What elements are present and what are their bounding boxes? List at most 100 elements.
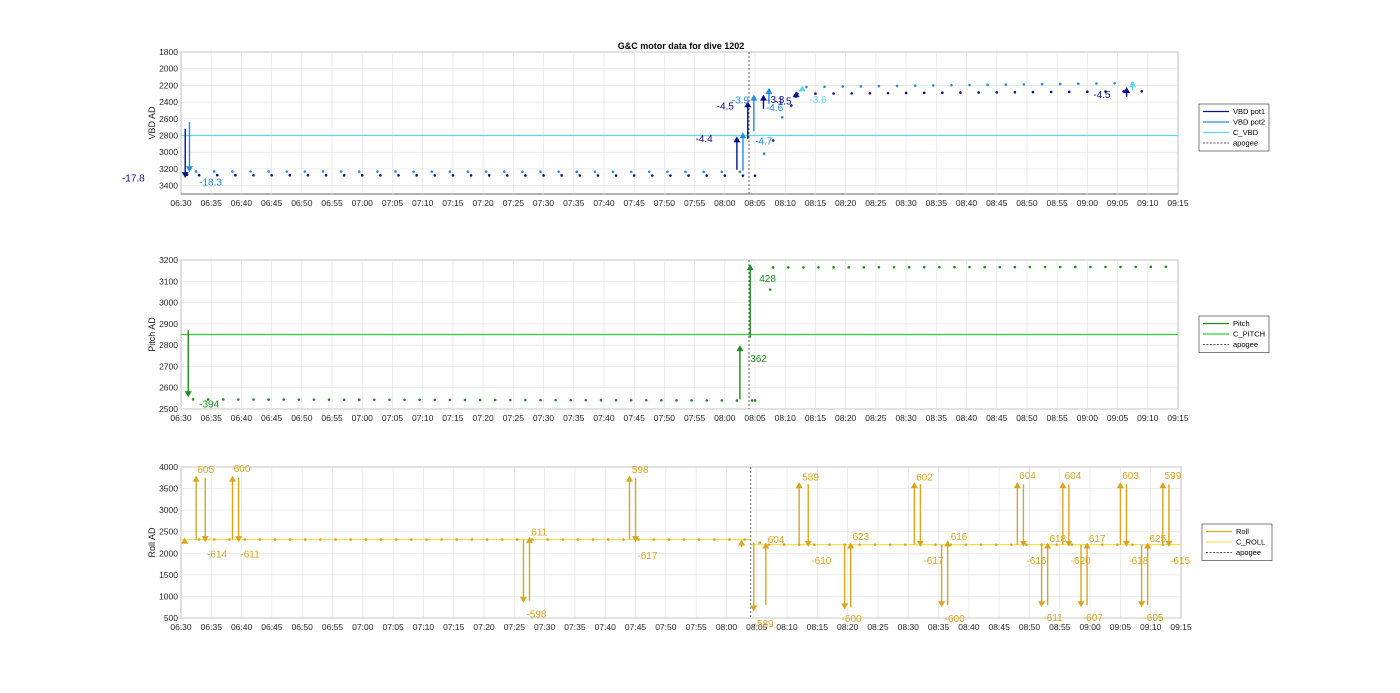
x-tick-label: 08:25 [867,622,889,632]
data-point [877,84,881,88]
x-tick-label: 06:55 [322,622,344,632]
data-point [455,538,459,541]
x-tick-label: 07:25 [503,198,525,208]
x-tick-label: 08:05 [744,198,766,208]
arrow-label: 362 [750,354,767,365]
data-point [666,170,669,174]
x-tick-label: 07:55 [684,198,706,208]
data-point [1134,265,1138,269]
data-point [342,174,346,177]
data-point [379,538,383,541]
data-point [632,174,636,177]
data-point [364,538,368,541]
data-point [682,538,686,541]
x-tick-label: 09:00 [1077,413,1099,423]
data-point [593,170,597,174]
x-tick-label: 09:10 [1137,413,1159,423]
x-tick-label: 08:10 [775,198,797,208]
data-point [675,399,678,402]
data-point [433,398,437,402]
data-point [1013,90,1017,94]
data-point [448,398,452,402]
data-point [652,538,656,541]
x-tick-label: 07:55 [686,622,708,632]
data-point [1077,82,1080,86]
data-point [349,538,352,541]
data-point [702,170,705,174]
data-point [194,170,198,173]
legend: Roll C_ROLLapogee [1201,523,1273,561]
arrow-label: -617 [637,551,657,562]
arrow-label: 604 [768,535,785,546]
data-point [858,543,862,546]
x-tick-label: 07:15 [442,198,464,208]
legend-label: VBD pot2 [1233,118,1265,127]
arrow-label: 603 [1122,471,1139,482]
data-point [521,170,524,173]
x-tick-label: 07:35 [564,622,586,632]
data-point [379,174,382,177]
data-point [995,91,999,94]
data-point [448,170,452,173]
x-tick-label: 08:25 [865,413,887,423]
data-point [941,91,944,95]
data-point [877,265,881,269]
x-tick-label: 07:40 [593,413,615,423]
x-tick-label: 07:10 [412,198,434,208]
arrow-label: -611 [1043,613,1063,624]
x-tick-label: 06:35 [201,198,223,208]
x-tick-label: 08:45 [986,413,1008,423]
y-tick-label: 500 [164,613,178,623]
x-tick-label: 07:05 [382,622,404,632]
data-point [554,398,557,402]
data-point [569,398,573,402]
legend: Pitch C_PITCHapogee [1198,315,1270,353]
y-tick-label: 3100 [159,276,178,286]
data-point [524,398,527,402]
arrow-label: 604 [1065,471,1082,482]
arrow-label: 604 [1019,471,1036,482]
data-point [334,538,337,541]
arrow-label: -589 [754,619,774,630]
y-tick-label: 1000 [159,591,178,601]
arrow-label: -3.6 [809,95,827,106]
arrow-label: 611 [531,528,547,539]
arrow-label: -618 [1128,556,1148,567]
x-tick-label: 08:35 [926,413,948,423]
axes-box [180,466,1182,619]
data-point [903,543,907,546]
data-point [1010,543,1013,546]
x-tick-label: 06:45 [261,413,283,423]
panel-1: 06:30 06:35 06:40 06:45 06:50 06:55 07:00 07:05… [122,47,1270,208]
x-tick-label: 07:00 [352,413,374,423]
data-point [622,538,625,541]
data-point [1022,83,1026,86]
x-tick-label: 07:30 [534,622,556,632]
data-point [575,170,579,174]
y-tick-label: 2800 [159,340,178,350]
arrow-label: -617 [923,556,943,567]
data-point [669,174,672,177]
data-point [805,85,808,89]
x-tick-label: 07:30 [533,198,555,208]
x-tick-label: 08:40 [956,413,978,423]
y-tick-label: 3000 [159,505,178,515]
data-point [1116,543,1119,546]
arrow-label: 599 [1165,471,1182,482]
y-tick-label: 2400 [159,97,178,107]
data-point [297,398,301,401]
data-point [321,170,325,173]
data-point [743,538,746,541]
data-point [762,152,766,155]
data-point [1067,90,1071,94]
data-point [738,170,742,174]
data-point [394,170,397,173]
data-point [651,174,654,177]
data-point [539,398,542,402]
y-tick-label: 3400 [159,181,178,191]
data-point [213,538,216,541]
arrow-label: -610 [811,556,831,567]
data-point [228,538,231,541]
arrow-label: -394 [199,400,219,411]
data-point [324,174,328,177]
